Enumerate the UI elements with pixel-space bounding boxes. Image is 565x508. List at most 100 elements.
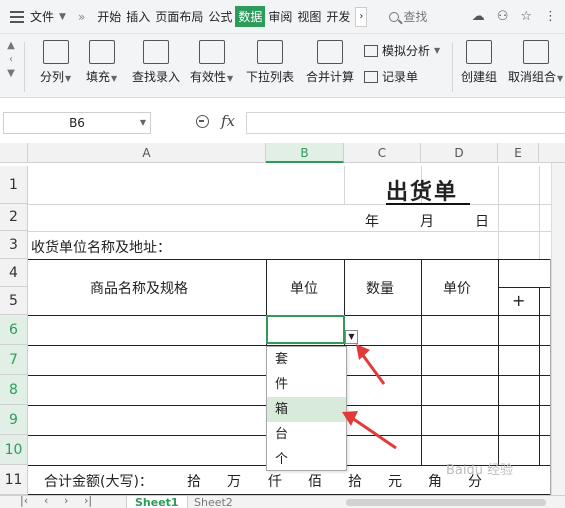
ribbon-divider [452, 42, 453, 92]
plus-icon[interactable]: + [512, 291, 525, 310]
first-sheet-icon[interactable]: |‹ [20, 494, 28, 507]
header-qty[interactable]: 数量 [366, 278, 394, 298]
column-header-b[interactable]: B [266, 143, 344, 163]
table-border [498, 287, 551, 288]
row-header-5[interactable]: 5 [0, 287, 28, 315]
dropdown-option[interactable]: 件 [267, 372, 346, 397]
prev-sheet-icon[interactable]: ‹ [44, 494, 48, 507]
validity-button[interactable]: 有效性▼ [190, 40, 233, 85]
share-icon[interactable]: ⚇ [497, 9, 509, 24]
total-unit[interactable]: 拾 [187, 471, 201, 491]
star-icon[interactable]: ☆ [520, 9, 532, 24]
total-unit[interactable]: 元 [388, 471, 402, 491]
horizontal-scrollbar[interactable] [346, 499, 546, 506]
row-header-3[interactable]: 3 [0, 231, 28, 259]
ribbon: ▲ ‹ ▼ 分列▼ 填充▼ 查找录入 有效性▼ 下拉列表 合并计算 模拟分析 ▼ 记录… [0, 34, 565, 98]
gridline [28, 204, 551, 205]
formula-bar: B6 ▼ fx [0, 106, 565, 140]
more-tabs-icon[interactable]: › [355, 6, 368, 27]
cloud-icon[interactable]: ☁ [472, 9, 485, 24]
tab-data[interactable]: 数据 [235, 6, 266, 27]
column-header-d[interactable]: D [421, 143, 498, 163]
total-unit[interactable]: 仟 [268, 471, 282, 491]
tab-developer[interactable]: 开发 [324, 6, 352, 27]
ribbon-scroll[interactable]: ▲ ‹ ▼ [0, 40, 22, 98]
sheet-title[interactable]: 出货单 [386, 174, 458, 206]
row-header-7[interactable]: 7 [0, 345, 28, 375]
chevron-down-icon[interactable]: ▼ [140, 113, 146, 133]
menu-icon[interactable] [10, 10, 24, 23]
chevron-down-icon[interactable]: ▼ [59, 12, 66, 22]
dropdown-list-button[interactable]: 下拉列表 [246, 40, 294, 85]
row-header-6[interactable]: 6 [0, 315, 28, 345]
group-button[interactable]: 创建组 [461, 40, 497, 85]
search-box[interactable]: 查找 [389, 8, 427, 25]
sheet-tab-2[interactable]: Sheet2 [186, 496, 241, 508]
fill-button[interactable]: 填充▼ [86, 40, 117, 85]
column-header-f[interactable] [539, 143, 565, 163]
formula-input[interactable] [246, 112, 565, 134]
consolidate-button[interactable]: 合并计算 [306, 40, 354, 85]
gridline [344, 166, 345, 204]
header-price[interactable]: 单价 [443, 278, 471, 298]
tab-review[interactable]: 审阅 [266, 6, 294, 27]
vertical-scrollbar[interactable] [551, 163, 565, 495]
name-box-value: B6 [69, 116, 85, 130]
ungroup-button[interactable]: 取消组合▼ [508, 40, 563, 85]
month-label[interactable]: 月 [420, 211, 434, 231]
header-product[interactable]: 商品名称及规格 [90, 278, 188, 298]
row-header-4[interactable]: 4 [0, 259, 28, 287]
row-header-2[interactable]: 2 [0, 204, 28, 231]
tab-page-layout[interactable]: 页面布局 [153, 6, 205, 27]
tab-view[interactable]: 视图 [295, 6, 323, 27]
record-button[interactable]: 记录单 [364, 68, 418, 85]
last-sheet-icon[interactable]: ›| [84, 494, 92, 507]
year-label[interactable]: 年 [365, 211, 379, 231]
tab-insert[interactable]: 插入 [124, 6, 152, 27]
ungroup-label: 取消组合 [508, 70, 557, 84]
row-header-11[interactable]: 11 [0, 465, 28, 495]
total-label[interactable]: 合计金额(大写)： [44, 471, 153, 491]
column-header-e[interactable]: E [498, 143, 539, 163]
gridline [498, 166, 499, 259]
ribbon-divider [24, 42, 25, 92]
column-header-a[interactable]: A [28, 143, 266, 163]
dropdown-option[interactable]: 套 [267, 347, 346, 372]
lookup-button[interactable]: 查找录入 [132, 40, 180, 85]
row-header-10[interactable]: 10 [0, 435, 28, 465]
column-header-c[interactable]: C [344, 143, 421, 163]
table-border [421, 259, 422, 465]
row-header-8[interactable]: 8 [0, 375, 28, 405]
total-unit[interactable]: 角 [428, 471, 442, 491]
dropdown-option-highlighted[interactable]: 箱 [267, 397, 346, 422]
tab-formula[interactable]: 公式 [206, 6, 234, 27]
selected-cell-b6[interactable] [266, 315, 345, 344]
file-menu[interactable]: 文件 [30, 8, 54, 25]
customer-label[interactable]: 收货单位名称及地址： [31, 237, 171, 257]
title-underline [386, 203, 470, 205]
total-unit[interactable]: 佰 [308, 471, 322, 491]
split-button[interactable]: 分列▼ [40, 40, 71, 85]
row-header-1[interactable]: 1 [0, 166, 28, 204]
toolbar-icons: ☁ ⚇ ☆ ⋮ [472, 9, 557, 24]
sheet-tabs-bar: |‹ ‹ › ›| Sheet1 Sheet2 [0, 494, 565, 508]
menu-bar: 文件 ▼ » 开始 插入 页面布局 公式 数据 审阅 视图 开发 › 查找 ☁ … [0, 0, 565, 34]
dropdown-option[interactable]: 个 [267, 447, 346, 472]
row-header-9[interactable]: 9 [0, 405, 28, 435]
day-label[interactable]: 日 [475, 211, 489, 231]
zoom-icon[interactable] [196, 115, 209, 128]
sheet-tab-1[interactable]: Sheet1 [126, 496, 188, 508]
next-sheet-icon[interactable]: › [64, 494, 68, 507]
group-label: 创建组 [461, 70, 498, 84]
name-box[interactable]: B6 ▼ [3, 112, 151, 134]
expand-icon[interactable]: » [78, 10, 85, 24]
total-unit[interactable]: 拾 [348, 471, 362, 491]
header-unit[interactable]: 单位 [290, 278, 318, 298]
more-icon[interactable]: ⋮ [544, 9, 557, 24]
dropdown-option[interactable]: 台 [267, 422, 346, 447]
tab-start[interactable]: 开始 [95, 6, 123, 27]
select-all-corner[interactable] [0, 143, 28, 163]
function-icon[interactable]: fx [221, 112, 235, 130]
whatif-button[interactable]: 模拟分析 ▼ [364, 42, 440, 59]
total-unit[interactable]: 万 [227, 471, 241, 491]
